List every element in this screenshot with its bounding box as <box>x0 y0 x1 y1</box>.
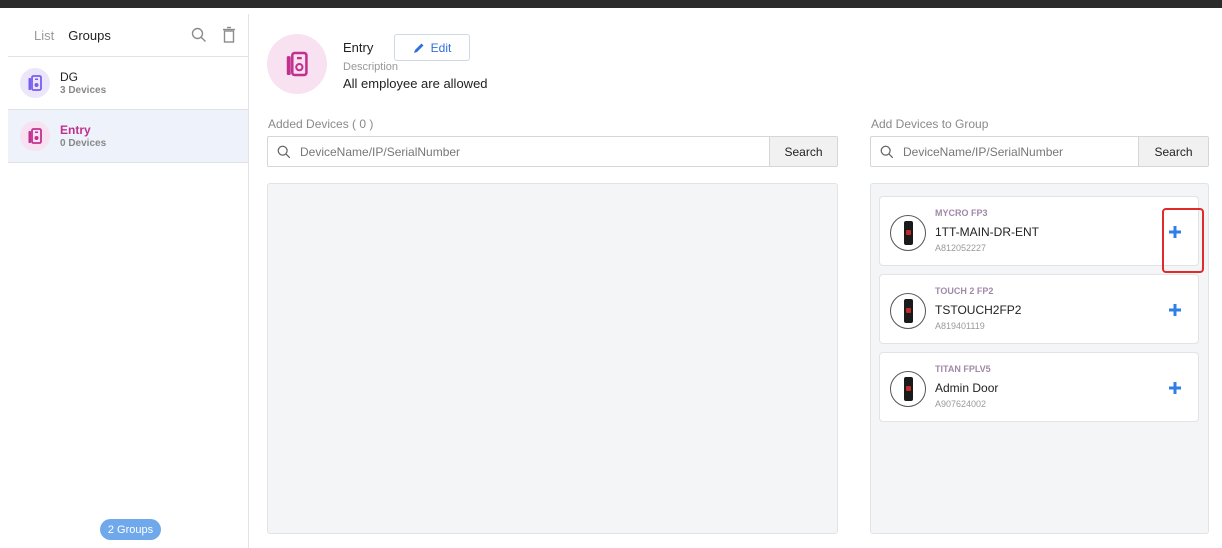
groups-sidebar: List Groups DG 3 Devices Entry 0 Devices <box>8 14 249 548</box>
description-value: All employee are allowed <box>343 76 488 91</box>
group-item-entry[interactable]: Entry 0 Devices <box>8 110 248 163</box>
add-device-button[interactable] <box>1166 379 1184 397</box>
added-devices-search: Search <box>267 136 838 167</box>
device-card: MYCRO FP3 1TT-MAIN-DR-ENT A812052227 <box>879 196 1199 266</box>
added-devices-label: Added Devices ( 0 ) <box>268 117 374 131</box>
window-top-bar <box>0 0 1222 14</box>
description-label: Description <box>343 61 399 73</box>
pencil-icon <box>413 43 424 53</box>
device-image <box>890 215 926 251</box>
group-title: Entry <box>343 40 374 55</box>
device-model: TITAN FPLV5 <box>935 364 991 374</box>
group-avatar <box>20 121 50 151</box>
added-devices-search-button[interactable]: Search <box>769 137 837 166</box>
add-device-button[interactable] <box>1166 301 1184 319</box>
device-name: Admin Door <box>935 381 999 395</box>
add-devices-search: Search <box>870 136 1209 167</box>
plus-icon <box>1169 382 1181 394</box>
group-device-count: 0 Devices <box>60 137 107 149</box>
search-icon <box>880 145 894 158</box>
tab-list[interactable]: List <box>34 28 54 43</box>
group-name: Entry <box>60 122 91 137</box>
plus-icon <box>1169 304 1181 316</box>
sidebar-tabs: List Groups <box>8 14 248 57</box>
group-text: Entry 0 Devices <box>60 123 106 150</box>
add-devices-search-button[interactable]: Search <box>1138 137 1208 166</box>
search-icon[interactable] <box>190 26 208 44</box>
group-header-avatar <box>267 34 327 94</box>
device-image <box>890 371 926 407</box>
search-icon <box>277 145 291 158</box>
device-name: 1TT-MAIN-DR-ENT <box>935 225 1039 239</box>
add-device-button[interactable] <box>1166 223 1184 241</box>
device-name: TSTOUCH2FP2 <box>935 303 1022 317</box>
device-group-icon <box>28 128 42 144</box>
sidebar-tools <box>190 26 238 44</box>
added-devices-search-input[interactable] <box>300 144 769 159</box>
group-item-dg[interactable]: DG 3 Devices <box>8 57 248 110</box>
plus-icon <box>1169 226 1181 238</box>
device-group-icon <box>286 51 308 77</box>
add-devices-search-input[interactable] <box>903 144 1138 159</box>
device-serial: A819401119 <box>935 321 985 331</box>
added-devices-panel <box>267 183 838 534</box>
device-serial: A907624002 <box>935 399 987 409</box>
device-group-icon <box>28 75 42 91</box>
groups-count-badge: 2 Groups <box>100 519 161 540</box>
device-card: TITAN FPLV5 Admin Door A907624002 <box>879 352 1199 422</box>
device-serial: A812052227 <box>935 243 987 253</box>
add-devices-label: Add Devices to Group <box>871 117 989 131</box>
device-model: MYCRO FP3 <box>935 208 988 218</box>
device-model: TOUCH 2 FP2 <box>935 286 994 296</box>
device-card: TOUCH 2 FP2 TSTOUCH2FP2 A819401119 <box>879 274 1199 344</box>
group-avatar <box>20 68 50 98</box>
trash-icon[interactable] <box>220 26 238 44</box>
edit-group-button[interactable]: Edit <box>394 34 470 61</box>
group-name: DG <box>60 69 78 84</box>
device-image <box>890 293 926 329</box>
group-device-count: 3 Devices <box>60 84 107 96</box>
edit-label: Edit <box>430 40 452 55</box>
tab-groups[interactable]: Groups <box>68 28 111 43</box>
group-text: DG 3 Devices <box>60 70 106 97</box>
